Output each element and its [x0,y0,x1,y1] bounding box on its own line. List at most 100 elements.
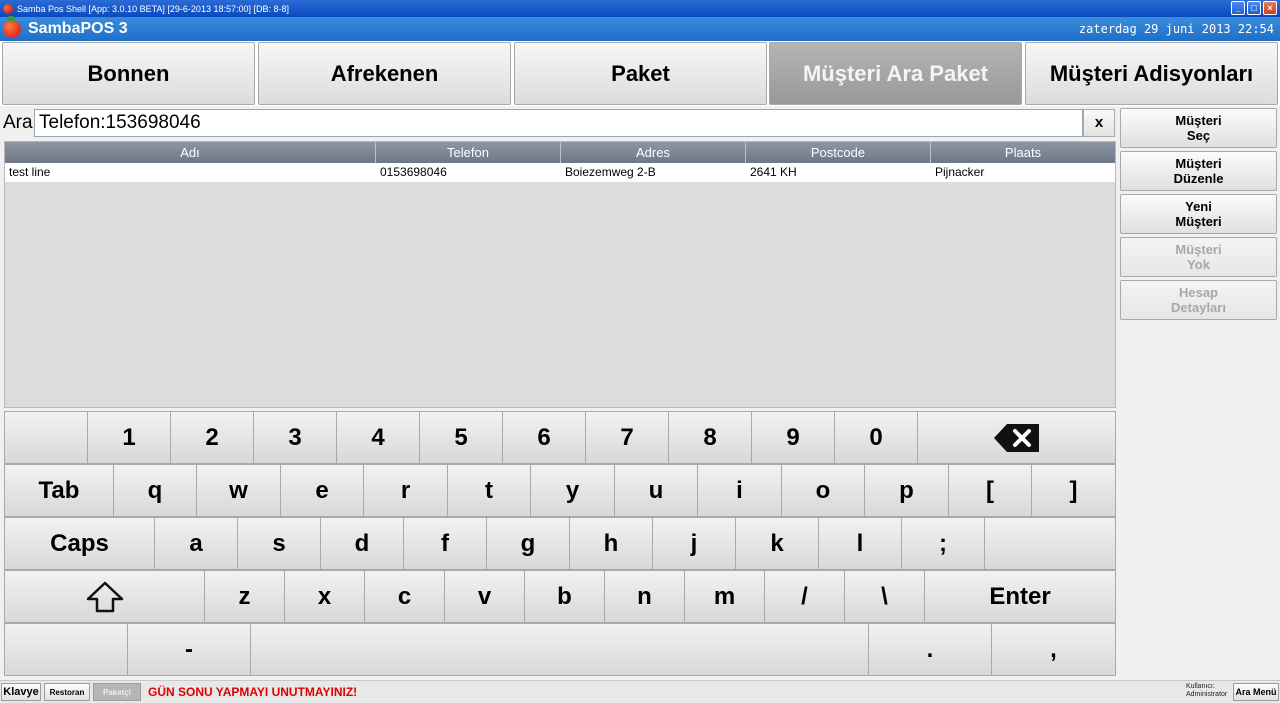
tab-musteri-adisyonlari[interactable]: Müşteri Adisyonları [1025,42,1278,105]
key-backslash[interactable]: \ [844,570,925,623]
key-w[interactable]: w [196,464,281,517]
key-1[interactable]: 1 [87,411,171,464]
key-caps[interactable]: Caps [4,517,155,570]
restoran-button[interactable]: Restoran [44,683,90,701]
paketci-button[interactable]: Paketçi [93,683,141,701]
status-bar: Klavye Restoran Paketçi GÜN SONU YAPMAYI… [0,680,1280,703]
user-caption: Kullanıcı: [1186,683,1215,690]
key-b[interactable]: b [524,570,605,623]
key-0[interactable]: 0 [834,411,918,464]
key-s[interactable]: s [237,517,321,570]
key-r[interactable]: r [363,464,448,517]
window-controls: _ □ × [1231,1,1277,15]
tab-afrekenen[interactable]: Afrekenen [258,42,511,105]
key-dash[interactable]: - [127,623,251,676]
key-tab[interactable]: Tab [4,464,114,517]
keyboard-row-numbers: 1 2 3 4 5 6 7 8 9 0 [4,411,1116,464]
keyboard-row-space: - . , [4,623,1116,676]
key-3[interactable]: 3 [253,411,337,464]
key-j[interactable]: j [652,517,736,570]
key-z[interactable]: z [204,570,285,623]
column-header-plaats[interactable]: Plaats [931,142,1115,163]
column-header-adres[interactable]: Adres [561,142,746,163]
key-a[interactable]: a [154,517,238,570]
key-n[interactable]: n [604,570,685,623]
table-row[interactable]: test line 0153698046 Boiezemweg 2-B 2641… [5,163,1115,182]
clear-search-button[interactable]: x [1083,109,1115,137]
key-period[interactable]: . [868,623,992,676]
key-f[interactable]: f [403,517,487,570]
key-u[interactable]: u [614,464,698,517]
user-info: Kullanıcı: Administrator [1186,683,1227,699]
key-p[interactable]: p [864,464,949,517]
app-name: SambaPOS 3 [28,20,128,37]
key-space[interactable] [250,623,869,676]
backspace-icon [993,423,1039,452]
key-slash[interactable]: / [764,570,845,623]
select-customer-button[interactable]: Müşteri Seç [1120,108,1277,148]
key-o[interactable]: o [781,464,865,517]
key-g[interactable]: g [486,517,570,570]
customer-table: Adı Telefon Adres Postcode Plaats test l… [4,141,1116,408]
key-bracket-open[interactable]: [ [948,464,1032,517]
key-5[interactable]: 5 [419,411,503,464]
key-shift[interactable] [4,570,205,623]
key-8[interactable]: 8 [668,411,752,464]
key-v[interactable]: v [444,570,525,623]
column-header-telefon[interactable]: Telefon [376,142,561,163]
side-button-panel: Müşteri Seç Müşteri Düzenle Yeni Müşteri… [1120,106,1280,680]
key-q[interactable]: q [113,464,197,517]
search-input[interactable]: Telefon:153698046 [34,109,1083,137]
cell-postcode: 2641 KH [750,165,797,179]
key-blank-left[interactable] [4,623,128,676]
keyboard-row-zxcv: z x c v b n m / \ Enter [4,570,1116,623]
key-l[interactable]: l [818,517,902,570]
column-header-postcode[interactable]: Postcode [746,142,931,163]
window-titlebar: Samba Pos Shell [App: 3.0.10 BETA] [29-6… [0,0,1280,17]
close-button[interactable]: × [1263,1,1277,15]
tab-musteri-ara-paket[interactable]: Müşteri Ara Paket [769,42,1022,105]
no-customer-button[interactable]: Müşteri Yok [1120,237,1277,277]
current-date: zaterdag 29 juni 2013 22:54 [1078,22,1274,36]
key-y[interactable]: y [530,464,615,517]
keyboard-row-asdf: Caps a s d f g h j k l ; [4,517,1116,570]
keyboard-row-qwerty: Tab q w e r t y u i o p [ ] [4,464,1116,517]
key-t[interactable]: t [447,464,531,517]
key-x[interactable]: x [284,570,365,623]
key-i[interactable]: i [697,464,782,517]
key-blank[interactable] [4,411,88,464]
shift-arrow-icon [86,581,123,612]
key-m[interactable]: m [684,570,765,623]
tab-bonnen[interactable]: Bonnen [2,42,255,105]
minimize-button[interactable]: _ [1231,1,1245,15]
key-e[interactable]: e [280,464,364,517]
key-9[interactable]: 9 [751,411,835,464]
search-row: Ara Telefon:153698046 x [0,106,1118,140]
column-header-adi[interactable]: Adı [5,142,376,163]
edit-customer-button[interactable]: Müşteri Düzenle [1120,151,1277,191]
key-2[interactable]: 2 [170,411,254,464]
cell-plaats: Pijnacker [935,165,985,179]
keyboard-toggle-button[interactable]: Klavye [1,683,41,701]
key-semicolon[interactable]: ; [901,517,985,570]
tab-paket[interactable]: Paket [514,42,767,105]
key-c[interactable]: c [364,570,445,623]
key-bracket-close[interactable]: ] [1031,464,1116,517]
key-6[interactable]: 6 [502,411,586,464]
key-comma[interactable]: , [991,623,1116,676]
key-4[interactable]: 4 [336,411,420,464]
new-customer-button[interactable]: Yeni Müşteri [1120,194,1277,234]
maximize-button[interactable]: □ [1247,1,1261,15]
app-window: Samba Pos Shell [App: 3.0.10 BETA] [29-6… [0,0,1280,703]
key-backspace[interactable] [917,411,1116,464]
key-h[interactable]: h [569,517,653,570]
key-d[interactable]: d [320,517,404,570]
key-7[interactable]: 7 [585,411,669,464]
account-details-button[interactable]: Hesap Detayları [1120,280,1277,320]
key-k[interactable]: k [735,517,819,570]
key-blank-right[interactable] [984,517,1116,570]
key-enter[interactable]: Enter [924,570,1116,623]
app-icon [3,3,13,14]
app-header: SambaPOS 3 zaterdag 29 juni 2013 22:54 [0,16,1280,41]
main-menu-button[interactable]: Ara Menü [1233,683,1279,701]
